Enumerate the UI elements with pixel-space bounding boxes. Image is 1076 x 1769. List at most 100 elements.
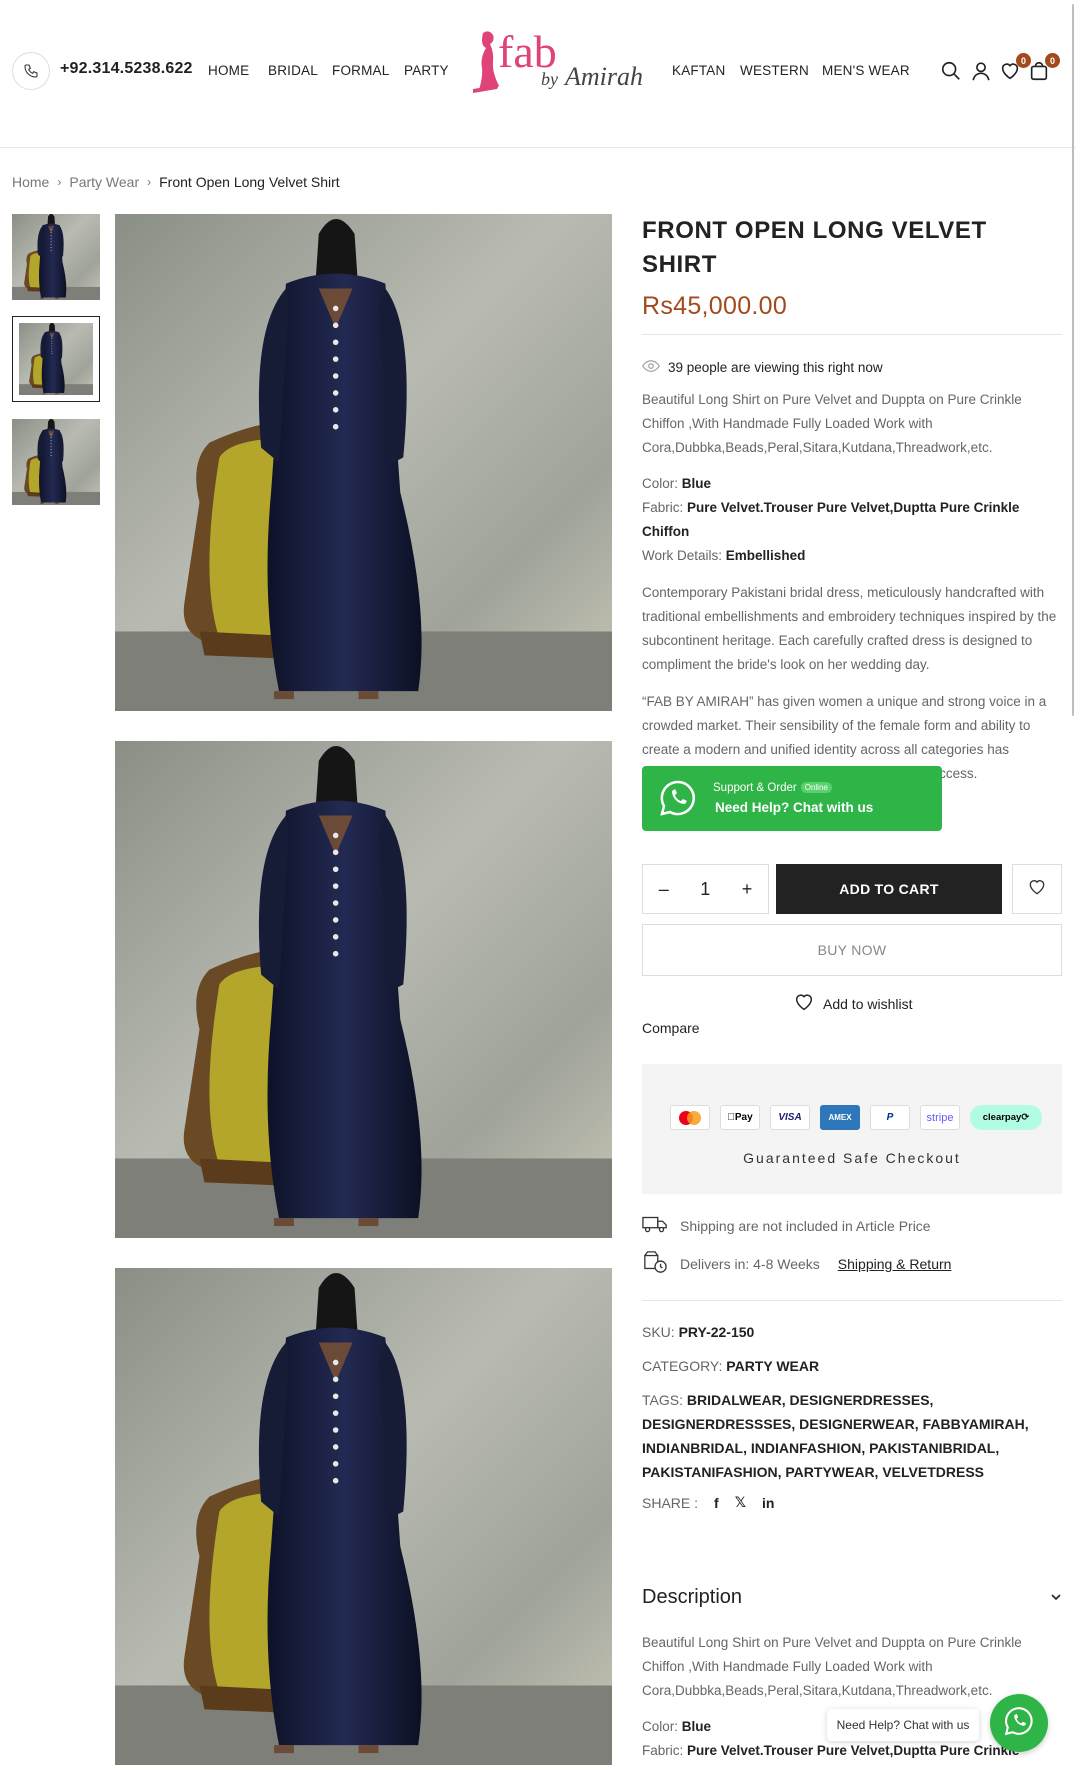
floating-chat-label[interactable]: Need Help? Chat with us [827,1709,979,1741]
dress-thumbnail-image [12,419,100,505]
quantity-stepper: – 1 + [642,864,769,914]
logo-amirah: Amirah [563,62,643,91]
tags-value[interactable]: BRIDALWEAR, DESIGNERDRESSES, DESIGNERDRE… [642,1392,1029,1480]
facebook-icon[interactable]: f [714,1495,719,1511]
nav-home[interactable]: HOME [208,63,249,78]
nav-formal[interactable]: FORMAL [332,63,389,78]
category-row: CATEGORY: PARTY WEAR [642,1354,1062,1378]
breadcrumb-current: Front Open Long Velvet Shirt [159,174,340,190]
paypal-icon: P [870,1105,910,1130]
divider [642,334,1062,335]
guaranteed-checkout-text: Guaranteed Safe Checkout [743,1150,961,1166]
phone-number[interactable]: +92.314.5238.622 [60,60,193,78]
viewing-counter: 39 people are viewing this right now [642,359,1062,376]
dress-thumbnail-image [12,214,100,300]
whatsapp-small-text: Support & Order [713,782,797,794]
wishlist-toggle-button[interactable] [1012,864,1062,914]
online-badge: Online [800,782,832,793]
cart-icon[interactable]: 0 [1028,53,1060,84]
compare-link[interactable]: Compare [642,1020,700,1036]
clearpay-icon: clearpay⟳ [970,1105,1042,1130]
apple-pay-icon: Pay [720,1105,760,1130]
product-image-3[interactable] [115,1268,612,1765]
dress-photo [115,741,612,1238]
thumbnail-2[interactable] [12,316,100,402]
wishlist-icon[interactable]: 0 [999,53,1031,84]
mastercard-icon [670,1105,710,1130]
color-value: Blue [681,476,712,491]
product-attributes: Color: Blue Fabric: Pure Velvet.Trouser … [642,472,1062,568]
product-image-1[interactable] [115,214,612,711]
buy-now-button[interactable]: BUY NOW [642,924,1062,976]
shipping-note-text: Shipping are not included in Article Pri… [680,1217,931,1234]
breadcrumb: Home › Party Wear › Front Open Long Velv… [12,174,340,190]
fabric-value: Pure Velvet.Trouser Pure Velvet,Duptta P… [642,500,1020,539]
work-value: Embellished [725,548,806,563]
nav-bridal[interactable]: BRIDAL [268,63,318,78]
share-row: SHARE : f 𝕏 in [642,1494,774,1511]
amex-icon: AMEX [820,1105,860,1130]
dress-photo [115,214,612,711]
description-color-label: Color: [642,1719,679,1734]
chevron-right-icon: › [57,175,62,189]
linkedin-icon[interactable]: in [762,1495,774,1511]
thumbnail-1[interactable] [12,214,100,300]
chevron-down-icon [1050,1586,1062,1609]
nav-western[interactable]: WESTERN [740,63,809,78]
thumbnail-3[interactable] [12,419,100,505]
breadcrumb-party-wear[interactable]: Party Wear [69,174,139,190]
quantity-value[interactable]: 1 [700,879,710,900]
delivery-clock-icon [642,1250,668,1277]
product-title: FRONT OPEN LONG VELVET SHIRT [642,217,987,278]
heart-icon [793,991,815,1016]
chevron-right-icon: › [147,175,152,189]
tags-label: TAGS: [642,1392,683,1408]
nav-kaftan[interactable]: KAFTAN [672,63,725,78]
sku-value: PRY-22-150 [678,1324,755,1340]
cart-count-badge: 0 [1045,53,1060,68]
nav-mens-wear[interactable]: MEN'S WEAR [822,63,910,78]
account-icon[interactable] [970,60,994,84]
x-twitter-icon[interactable]: 𝕏 [735,1494,746,1511]
whatsapp-support-button[interactable]: Support & Order Online Need Help? Chat wi… [642,766,942,831]
product-image-2[interactable] [115,741,612,1238]
shipping-return-link[interactable]: Shipping & Return [838,1256,952,1272]
phone-icon[interactable] [12,52,50,90]
breadcrumb-home[interactable]: Home [12,174,49,190]
stripe-icon: stripe [920,1105,960,1130]
short-description: Beautiful Long Shirt on Pure Velvet and … [642,392,1022,455]
visa-icon: VISA [770,1105,810,1130]
dress-thumbnail-image [19,323,93,395]
whatsapp-icon [1003,1705,1035,1742]
heart-icon [1027,877,1047,902]
tags-row: TAGS: BRIDALWEAR, DESIGNERDRESSES, DESIG… [642,1388,1062,1484]
viewing-text: 39 people are viewing this right now [668,360,883,375]
payment-icons-row: Pay VISA AMEX P stripe clearpay⟳ [670,1105,1042,1130]
quantity-decrease-button[interactable]: – [659,879,669,900]
page-scrollbar[interactable] [1072,4,1074,716]
truck-icon [642,1214,668,1237]
category-value[interactable]: PARTY WEAR [726,1358,819,1374]
work-label: Work Details: [642,548,723,563]
delivery-text: Delivers in: 4-8 Weeks [680,1255,820,1272]
nav-party[interactable]: PARTY [404,63,449,78]
search-icon[interactable] [940,60,964,84]
add-to-cart-button[interactable]: ADD TO CART [776,864,1002,914]
description-fabric-label: Fabric: [642,1743,684,1758]
description-accordion-header[interactable]: Description [642,1586,1062,1609]
logo-by: by [541,69,558,89]
quantity-increase-button[interactable]: + [742,879,753,900]
add-to-wishlist-link[interactable]: Add to wishlist [793,991,912,1016]
whatsapp-big-text: Need Help? Chat with us [715,800,874,815]
description-heading: Description [642,1586,743,1608]
description-color-value: Blue [681,1719,712,1734]
brand-logo[interactable]: fab by Amirah [465,25,655,101]
whatsapp-icon [658,778,698,823]
payment-methods-box: Pay VISA AMEX P stripe clearpay⟳ Guaran… [642,1064,1062,1194]
category-label: CATEGORY: [642,1358,723,1374]
sku-label: SKU: [642,1324,675,1340]
floating-whatsapp-button[interactable] [990,1694,1048,1752]
product-info: FRONT OPEN LONG VELVET SHIRT Rs45,000.00… [642,214,1062,786]
sku-row: SKU: PRY-22-150 [642,1320,1062,1344]
eye-icon [642,359,660,376]
